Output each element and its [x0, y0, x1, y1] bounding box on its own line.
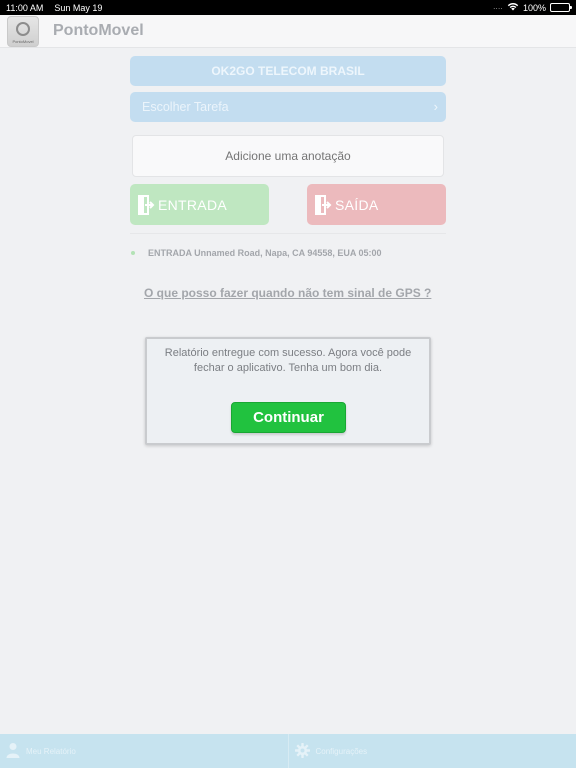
tab-label: Configurações [315, 746, 368, 756]
battery-percent: 100% [522, 2, 546, 13]
entry-button[interactable]: ENTRADA [130, 184, 269, 225]
list-item: ENTRADA Unnamed Road, Napa, CA 94558, EU… [131, 248, 382, 258]
status-date: Sun May 19 [54, 2, 103, 13]
company-banner: OK2GO TELECOM BRASIL [130, 56, 446, 86]
dialog-message: Relatório entregue com sucesso. Agora vo… [164, 347, 412, 374]
tab-label: Meu Relatório [26, 746, 76, 756]
bullet-icon [131, 251, 135, 255]
tab-meu-relatorio[interactable]: Meu Relatório [0, 734, 288, 768]
person-icon [6, 742, 26, 760]
navbar: PontoMovel PontoMovel [0, 15, 576, 48]
gear-icon [294, 742, 316, 760]
wifi-icon [507, 2, 519, 13]
entry-button-label: ENTRADA [158, 196, 227, 213]
task-selector-label: Escolher Tarefa [142, 100, 229, 114]
exit-button[interactable]: SAÍDA [307, 184, 446, 225]
battery-icon [550, 3, 572, 12]
status-time: 11:00 AM [6, 2, 44, 13]
app-logo: PontoMovel [7, 15, 39, 47]
tab-configuracoes[interactable]: Configurações [287, 734, 576, 768]
success-dialog: Relatório entregue com sucesso. Agora vo… [145, 337, 431, 445]
task-selector[interactable]: Escolher Tarefa › [130, 92, 446, 122]
tab-bar: Meu Relatório Configurações [0, 734, 576, 768]
door-exit-icon [315, 194, 333, 215]
record-text: ENTRADA Unnamed Road, Napa, CA 94558, EU… [148, 248, 382, 258]
signal-indicator: .... [493, 4, 503, 11]
door-enter-icon [138, 194, 156, 215]
continue-button[interactable]: Continuar [231, 402, 346, 433]
app-title: PontoMovel [53, 22, 144, 39]
exit-button-label: SAÍDA [335, 196, 379, 213]
chevron-right-icon: › [433, 99, 438, 114]
note-input[interactable] [132, 135, 444, 177]
app-logo-label: PontoMovel [12, 38, 34, 44]
status-bar: 11:00 AM Sun May 19 .... 100% [0, 0, 576, 15]
gps-help-link[interactable]: O que posso fazer quando não tem sinal d… [144, 286, 431, 300]
divider [130, 233, 446, 234]
